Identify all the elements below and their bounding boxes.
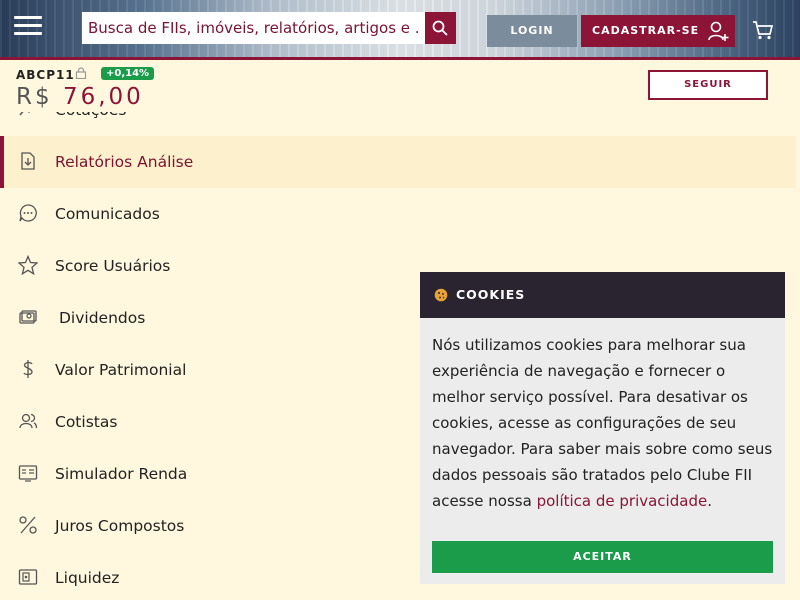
privacy-policy-link[interactable]: política de privacidade	[537, 492, 708, 510]
cookie-consent-panel: COOKIES Nós utilizamos cookies para melh…	[420, 272, 785, 584]
follow-button[interactable]: SEGUIR	[648, 70, 768, 100]
cash-icon	[19, 310, 37, 324]
menu-item-label: Liquidez	[55, 569, 120, 587]
wallet-icon	[18, 569, 38, 585]
chat-icon	[19, 204, 37, 222]
percent-icon	[19, 516, 37, 534]
cookie-title: COOKIES	[456, 287, 526, 302]
menu-item-label: Juros Compostos	[55, 517, 185, 535]
search-icon	[432, 20, 448, 36]
search-input[interactable]	[82, 12, 425, 44]
cookie-text-end: .	[707, 492, 712, 510]
menu-item-relatorios[interactable]: Relatórios Análise	[0, 136, 796, 188]
menu-item-label: Valor Patrimonial	[55, 361, 187, 379]
search-button[interactable]	[425, 12, 456, 44]
users-icon	[19, 413, 38, 429]
menu-item-label: Score Usuários	[55, 257, 171, 275]
hamburger-menu-icon[interactable]	[14, 16, 42, 36]
price-display: R$ 76,00	[16, 84, 144, 110]
ticker-bar: ABCP11 +0,14% R$ 76,00 SEGUIR	[0, 57, 800, 112]
lock-icon	[75, 67, 87, 79]
dollar-icon	[23, 360, 33, 378]
register-button[interactable]: CADASTRAR-SE	[581, 15, 735, 47]
login-button[interactable]: LOGIN	[487, 15, 577, 47]
menu-item-label: Simulador Renda	[55, 465, 188, 483]
register-label: CADASTRAR-SE	[592, 24, 700, 37]
menu-item-comunicados[interactable]: Comunicados	[0, 188, 796, 240]
search-bar	[82, 12, 456, 44]
price-value: 76,00	[62, 84, 144, 110]
menu-item-label: Cotistas	[55, 413, 118, 431]
add-user-icon	[708, 21, 729, 41]
cookie-text: Nós utilizamos cookies para melhorar sua…	[420, 318, 785, 514]
currency-symbol: R$	[16, 84, 53, 110]
menu-item-label: Comunicados	[55, 205, 160, 223]
menu-item-label: Dividendos	[59, 309, 146, 327]
star-icon	[18, 255, 38, 275]
cookie-header: COOKIES	[420, 272, 785, 318]
ticker-code: ABCP11	[16, 68, 75, 82]
download-doc-icon	[21, 152, 35, 170]
price-change-badge: +0,14%	[101, 67, 155, 80]
calculator-icon	[18, 465, 38, 482]
cookie-icon	[434, 288, 448, 302]
menu-item-label: Relatórios Análise	[55, 153, 194, 171]
accept-cookies-button[interactable]: ACEITAR	[432, 541, 773, 573]
cookie-message: Nós utilizamos cookies para melhorar sua…	[432, 336, 773, 510]
cart-icon[interactable]	[752, 20, 774, 40]
top-header: LOGIN CADASTRAR-SE	[0, 0, 800, 57]
